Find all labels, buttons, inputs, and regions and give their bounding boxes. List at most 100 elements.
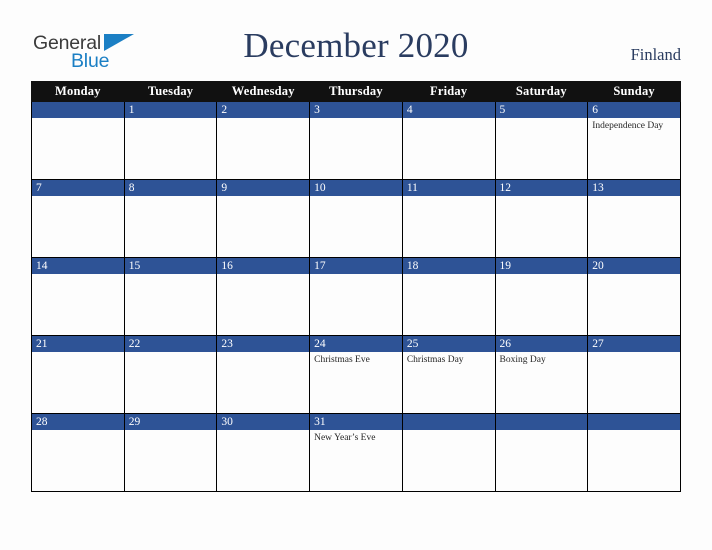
calendar-day-cell[interactable] (401, 413, 496, 492)
day-number: 26 (495, 336, 588, 352)
day-events (217, 118, 309, 121)
calendar-week-row: 7 8 9 10 11 12 13 (31, 179, 681, 258)
calendar-day-cell[interactable]: 24 Christmas Eve (309, 335, 403, 414)
day-number: 11 (402, 180, 495, 196)
day-number: 21 (32, 336, 124, 352)
day-events: Independence Day (588, 118, 680, 132)
calendar-day-cell[interactable]: 1 (123, 101, 218, 180)
day-cell-content: 20 (588, 258, 680, 335)
day-events (403, 118, 495, 121)
day-number: 7 (32, 180, 124, 196)
calendar-week-row: 28 29 30 31 New Year’s Eve (31, 413, 681, 492)
calendar-day-cell[interactable]: 10 (309, 179, 403, 258)
day-number: 17 (310, 258, 402, 274)
day-number: 2 (217, 102, 310, 118)
page-header: General Blue December 2020 Finland (0, 0, 712, 82)
calendar-day-cell[interactable] (494, 413, 589, 492)
calendar-day-cell[interactable]: 20 (587, 257, 681, 336)
day-number: 23 (217, 336, 310, 352)
day-events: Christmas Day (403, 352, 495, 366)
calendar-day-cell[interactable]: 31 New Year’s Eve (309, 413, 403, 492)
day-events (310, 118, 402, 121)
day-events: New Year’s Eve (310, 430, 402, 444)
day-cell-content: 22 (124, 336, 217, 413)
calendar-day-cell[interactable] (31, 101, 125, 180)
day-cell-content: 23 (217, 336, 310, 413)
calendar-day-cell[interactable]: 21 (31, 335, 125, 414)
day-cell-content: 29 (124, 414, 217, 491)
calendar-day-cell[interactable]: 29 (123, 413, 218, 492)
calendar-day-cell[interactable]: 25 Christmas Day (401, 335, 496, 414)
weekday-header-wednesday: Wednesday (216, 81, 311, 102)
calendar-day-cell[interactable]: 22 (123, 335, 218, 414)
day-cell-content (32, 102, 124, 179)
day-number: 28 (32, 414, 124, 430)
day-events (125, 118, 217, 121)
day-events (125, 352, 217, 355)
day-cell-content: 25 Christmas Day (402, 336, 495, 413)
calendar-day-cell[interactable]: 13 (587, 179, 681, 258)
day-number: 20 (588, 258, 680, 274)
day-events (403, 430, 495, 433)
calendar-day-cell[interactable]: 11 (401, 179, 496, 258)
holiday-label: Christmas Day (406, 355, 464, 365)
calendar-day-cell[interactable]: 26 Boxing Day (494, 335, 589, 414)
day-events: Christmas Eve (310, 352, 402, 366)
day-cell-content: 27 (588, 336, 680, 413)
calendar-day-cell[interactable]: 9 (216, 179, 311, 258)
calendar-day-cell[interactable]: 17 (309, 257, 403, 336)
holiday-label: New Year’s Eve (314, 433, 376, 443)
calendar-day-cell[interactable]: 15 (123, 257, 218, 336)
day-events (217, 430, 309, 433)
day-events (32, 430, 124, 433)
day-number: 27 (588, 336, 680, 352)
day-cell-content (495, 414, 588, 491)
calendar-day-cell[interactable]: 6 Independence Day (587, 101, 681, 180)
calendar-day-cell[interactable]: 3 (309, 101, 403, 180)
day-cell-content: 7 (32, 180, 124, 257)
day-events (403, 196, 495, 199)
day-cell-content: 30 (217, 414, 310, 491)
calendar-day-cell[interactable]: 30 (216, 413, 311, 492)
day-number: 25 (402, 336, 495, 352)
calendar-day-cell[interactable]: 7 (31, 179, 125, 258)
day-number (32, 102, 124, 118)
day-number: 31 (310, 414, 402, 430)
day-events (217, 196, 309, 199)
calendar-day-cell[interactable]: 19 (494, 257, 589, 336)
day-number: 29 (124, 414, 217, 430)
day-events (310, 274, 402, 277)
calendar-page: General Blue December 2020 Finland Monda… (0, 0, 712, 550)
calendar-day-cell[interactable]: 4 (401, 101, 496, 180)
calendar-day-cell[interactable]: 16 (216, 257, 311, 336)
day-cell-content: 19 (495, 258, 588, 335)
day-events (588, 274, 680, 277)
day-cell-content: 24 Christmas Eve (310, 336, 402, 413)
day-events (32, 274, 124, 277)
calendar-day-cell[interactable] (587, 413, 681, 492)
calendar-day-cell[interactable]: 14 (31, 257, 125, 336)
day-number: 6 (588, 102, 680, 118)
calendar-day-cell[interactable]: 27 (587, 335, 681, 414)
day-events (217, 274, 309, 277)
day-number (402, 414, 495, 430)
calendar-day-cell[interactable]: 23 (216, 335, 311, 414)
day-number: 8 (124, 180, 217, 196)
holiday-label: Christmas Eve (314, 355, 370, 365)
calendar-day-cell[interactable]: 2 (216, 101, 311, 180)
day-events (496, 196, 588, 199)
calendar-day-cell[interactable]: 12 (494, 179, 589, 258)
calendar-day-cell[interactable]: 8 (123, 179, 218, 258)
day-events: Boxing Day (496, 352, 588, 366)
day-number: 14 (32, 258, 124, 274)
calendar-day-cell[interactable]: 18 (401, 257, 496, 336)
day-cell-content: 26 Boxing Day (495, 336, 588, 413)
day-events (125, 430, 217, 433)
day-cell-content: 5 (495, 102, 588, 179)
day-events (125, 274, 217, 277)
calendar-day-cell[interactable]: 5 (494, 101, 589, 180)
weekday-header-friday: Friday (401, 81, 496, 102)
calendar-day-cell[interactable]: 28 (31, 413, 125, 492)
day-number: 5 (495, 102, 588, 118)
day-events (496, 274, 588, 277)
